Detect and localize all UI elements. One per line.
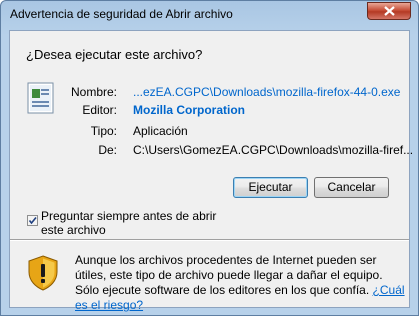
close-button[interactable] bbox=[367, 2, 411, 20]
type-label: Tipo: bbox=[90, 124, 117, 138]
always-ask-checkbox[interactable] bbox=[27, 215, 38, 226]
publisher-link[interactable]: Mozilla Corporation bbox=[133, 103, 245, 117]
file-name-link[interactable]: ...ezEA.CGPC\Downloads\mozilla-firefox-4… bbox=[133, 85, 400, 99]
type-value: Aplicación bbox=[133, 124, 188, 138]
always-ask-label[interactable]: Preguntar siempre antes de abrir este ar… bbox=[41, 209, 231, 237]
application-file-icon bbox=[27, 82, 54, 114]
run-button[interactable]: Ejecutar bbox=[233, 177, 308, 198]
cancel-button-label: Cancelar bbox=[327, 180, 376, 194]
warning-text: Aunque los archivos procedentes de Inter… bbox=[75, 253, 383, 297]
window-title: Advertencia de seguridad de Abrir archiv… bbox=[10, 7, 233, 21]
cancel-button[interactable]: Cancelar bbox=[314, 177, 389, 198]
dialog-body: ¿Desea ejecutar este archivo? Nombre: ..… bbox=[9, 30, 414, 312]
run-button-label: Ejecutar bbox=[248, 180, 293, 194]
shield-warning-icon bbox=[28, 255, 58, 291]
checkmark-icon bbox=[28, 216, 37, 225]
publisher-label: Editor: bbox=[82, 103, 117, 117]
warning-message: Aunque los archivos procedentes de Inter… bbox=[75, 253, 405, 313]
security-warning-window: Advertencia de seguridad de Abrir archiv… bbox=[0, 0, 419, 316]
close-icon bbox=[384, 6, 395, 16]
from-label: De: bbox=[98, 143, 117, 157]
from-value: C:\Users\GomezEA.CGPC\Downloads\mozilla-… bbox=[133, 143, 414, 157]
separator bbox=[10, 239, 409, 241]
name-label: Nombre: bbox=[70, 85, 117, 99]
dialog-question: ¿Desea ejecutar este archivo? bbox=[26, 47, 203, 62]
